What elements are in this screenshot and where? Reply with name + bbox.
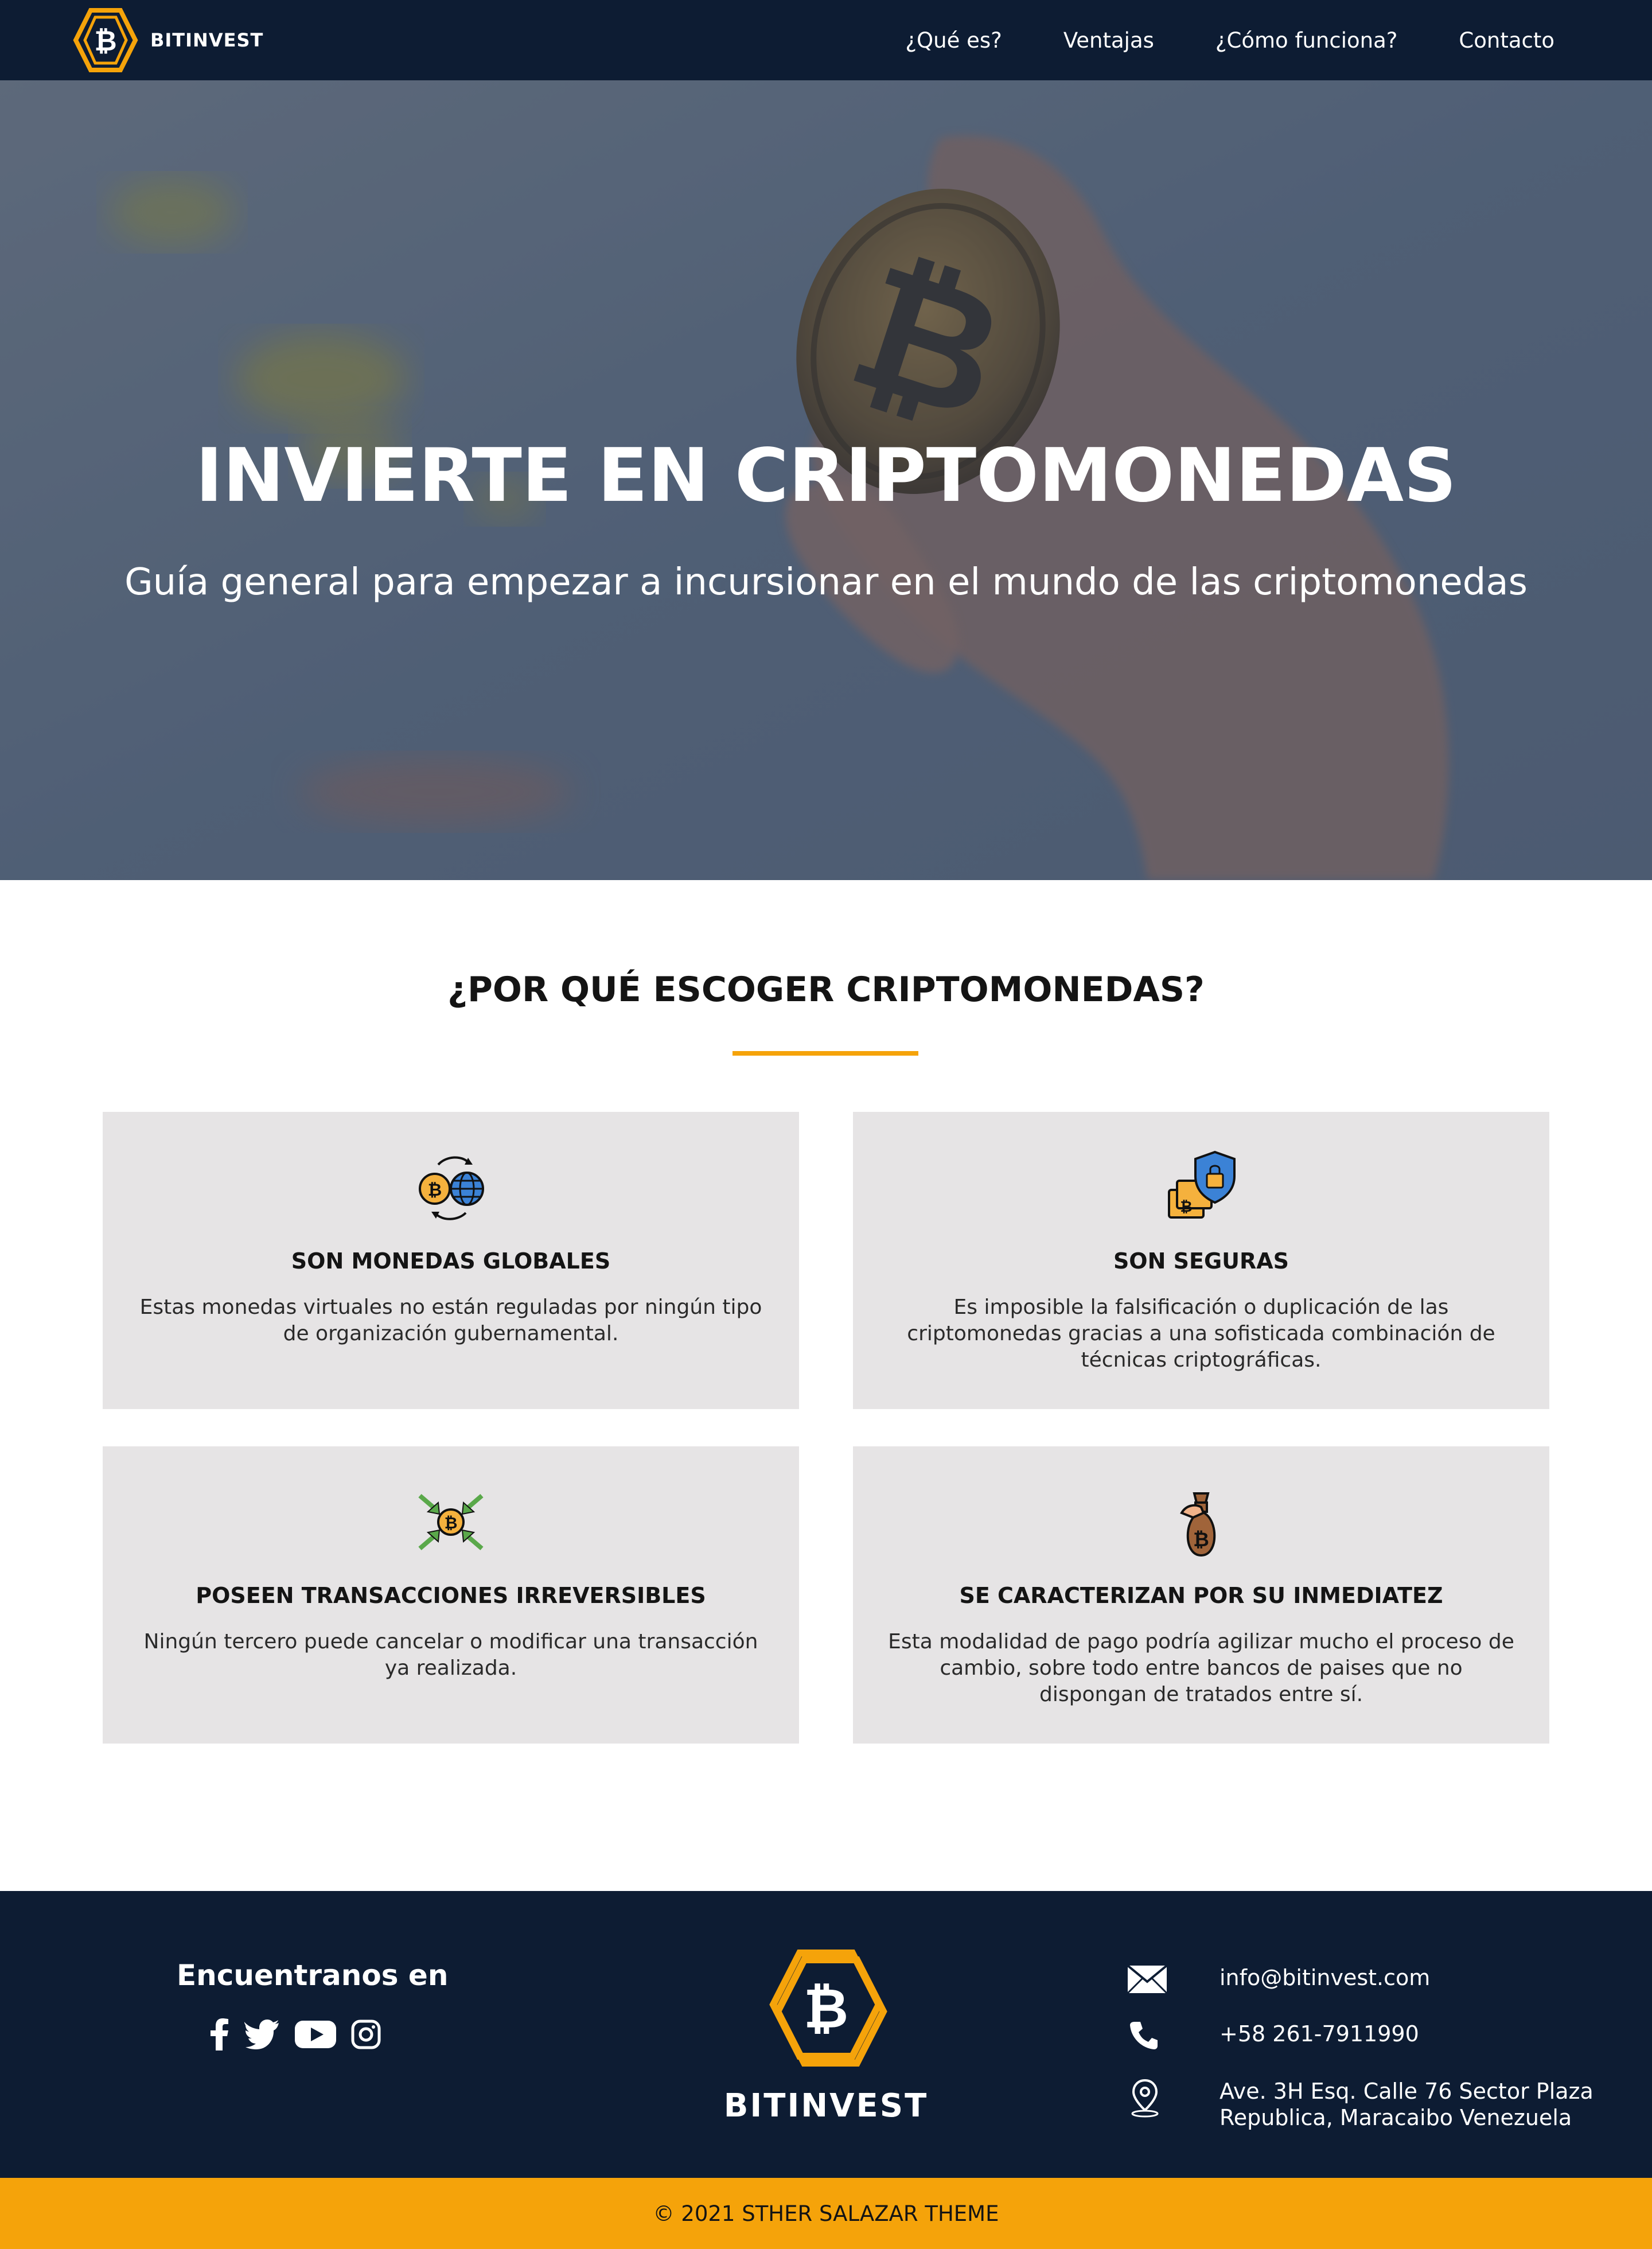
section-title: ¿POR QUÉ ESCOGER CRIPTOMONEDAS? — [447, 970, 1205, 1010]
hero-title: INVIERTE EN CRIPTOMONEDAS — [195, 433, 1457, 519]
security-shield-wallet-icon: ₿ — [1168, 1150, 1236, 1219]
feature-title: SON SEGURAS — [1113, 1248, 1289, 1274]
feature-card-secure: ₿ SON SEGURAS Es imposible la falsificac… — [853, 1112, 1549, 1409]
svg-text:₿: ₿ — [445, 1513, 458, 1532]
facebook-icon[interactable] — [209, 2018, 229, 2053]
svg-text:₿: ₿ — [804, 1976, 848, 2041]
footer-brand-name: BITINVEST — [723, 2087, 929, 2125]
youtube-icon[interactable] — [295, 2020, 336, 2052]
phone-icon — [1130, 2022, 1158, 2049]
brand-name: BITINVEST — [150, 29, 264, 51]
section-divider — [733, 1051, 918, 1056]
address-line: Republica, Maracaibo Venezuela — [1219, 2105, 1572, 2130]
nav-link-contacto[interactable]: Contacto — [1459, 28, 1554, 53]
nav-link-que-es[interactable]: ¿Qué es? — [905, 28, 1002, 53]
svg-text:₿: ₿ — [1180, 1199, 1192, 1216]
transaction-arrows-icon: ₿ — [418, 1493, 484, 1551]
footer: Encuentranos en ₿ BITINVEST info@bitinve… — [0, 1891, 1652, 2178]
brand-logo-link[interactable]: ₿ BITINVEST — [68, 5, 263, 76]
feature-title: SON MONEDAS GLOBALES — [291, 1248, 611, 1274]
feature-description: Esta modalidad de pago podría agilizar m… — [888, 1630, 1514, 1706]
feature-description: Estas monedas virtuales no están regulad… — [139, 1295, 762, 1345]
social-links — [209, 2018, 396, 2053]
location-pin-icon — [1131, 2079, 1159, 2118]
copyright-text: © 2021 STHER SALAZAR THEME — [653, 2201, 999, 2226]
hero-subtitle: Guía general para empezar a incursionar … — [124, 561, 1528, 604]
nav-link-ventajas[interactable]: Ventajas — [1063, 28, 1154, 53]
contact-address: Ave. 3H Esq. Calle 76 Sector Plaza Repub… — [1219, 2078, 1593, 2131]
svg-text:₿: ₿ — [1193, 1528, 1209, 1551]
svg-text:₿: ₿ — [94, 25, 116, 57]
feature-title: POSEEN TRANSACCIONES IRREVERSIBLES — [196, 1583, 706, 1608]
nav-link-como-funciona[interactable]: ¿Cómo funciona? — [1215, 28, 1398, 53]
contact-phone-link[interactable]: +58 261-7911990 — [1219, 2021, 1419, 2047]
feature-description: Ningún tercero puede cancelar o modifica… — [143, 1630, 758, 1680]
feature-description: Es imposible la falsificación o duplicac… — [907, 1295, 1495, 1372]
hero-banner: ₿ INVIERTE EN CRIPTOMONEDAS Guía general… — [0, 80, 1652, 880]
bitcoin-hexagon-logo-icon: ₿ — [73, 8, 138, 72]
feature-card-irreversible: ₿ POSEEN TRANSACCIONES IRREVERSIBLES Nin… — [103, 1446, 799, 1744]
bitcoin-globe-exchange-icon: ₿ — [419, 1156, 484, 1220]
twitter-icon[interactable] — [244, 2020, 280, 2052]
bitcoin-hexagon-logo-icon: ₿ — [769, 1950, 887, 2067]
money-bag-hand-icon: ₿ — [1180, 1492, 1216, 1557]
svg-text:₿: ₿ — [428, 1180, 442, 1200]
top-navbar: ₿ BITINVEST ¿Qué es? Ventajas ¿Cómo func… — [0, 0, 1652, 80]
feature-title: SE CARACTERIZAN POR SU INMEDIATEZ — [959, 1583, 1443, 1608]
feature-card-immediacy: ₿ SE CARACTERIZAN POR SU INMEDIATEZ Esta… — [853, 1446, 1549, 1744]
address-line: Ave. 3H Esq. Calle 76 Sector Plaza — [1219, 2079, 1593, 2104]
feature-card-global: ₿ SON MONEDAS GLOBALES Estas monedas vir… — [103, 1112, 799, 1409]
contact-email-link[interactable]: info@bitinvest.com — [1219, 1964, 1430, 1991]
nav-links: ¿Qué es? Ventajas ¿Cómo funciona? Contac… — [844, 0, 1554, 80]
envelope-icon — [1127, 1964, 1168, 1994]
copyright-bar: © 2021 STHER SALAZAR THEME — [0, 2178, 1652, 2249]
instagram-icon[interactable] — [351, 2020, 381, 2052]
find-us-title: Encuentranos en — [177, 1959, 449, 1992]
